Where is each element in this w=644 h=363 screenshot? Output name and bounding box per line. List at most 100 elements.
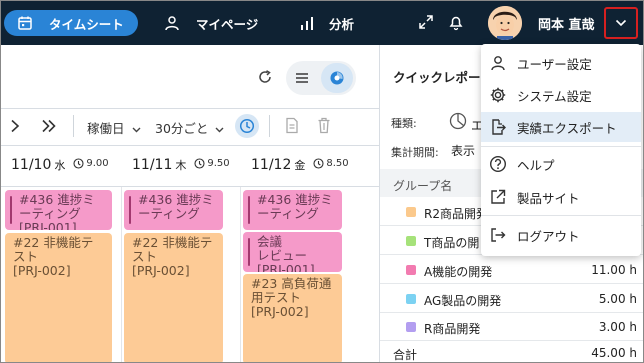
user-name[interactable]: 岡本 直哉 bbox=[538, 14, 595, 33]
day-header-1111: 11/11 木 9.50 bbox=[132, 157, 230, 173]
menu-label: ユーザー設定 bbox=[517, 56, 592, 72]
day-date: 11/10 bbox=[11, 157, 52, 173]
event-title: #23 高負荷通 bbox=[251, 276, 332, 291]
group-color-swatch bbox=[406, 265, 416, 275]
event-project: [PRJ-001] bbox=[257, 262, 315, 273]
group-color-swatch bbox=[406, 236, 416, 246]
chevron-down-icon bbox=[615, 19, 627, 27]
event-title: ーティング bbox=[19, 206, 81, 221]
menu-label: 製品サイト bbox=[517, 190, 580, 206]
day-date: 11/11 bbox=[132, 157, 173, 173]
report-type-icon[interactable] bbox=[449, 112, 467, 130]
trash-icon[interactable] bbox=[317, 117, 331, 134]
total-row: 合計 45.00 h bbox=[380, 341, 643, 362]
day-weekday: 木 bbox=[175, 159, 187, 172]
day-column-separator bbox=[121, 187, 122, 362]
group-color-swatch bbox=[406, 322, 416, 332]
chevron-right-icon[interactable] bbox=[10, 119, 20, 133]
event-title: ーティング bbox=[257, 206, 319, 221]
event-meeting[interactable]: #436 進捗ミ ーティング bbox=[124, 190, 223, 230]
avatar[interactable] bbox=[488, 6, 522, 40]
chevron-down-icon bbox=[132, 127, 140, 133]
interval-select[interactable]: 30分ごと bbox=[155, 118, 224, 137]
event-title: 用テスト bbox=[251, 290, 302, 305]
period-value[interactable]: 表示 bbox=[451, 142, 475, 159]
event-load-test[interactable]: #23 高負荷通 用テスト [PRJ-002] bbox=[243, 274, 342, 362]
list-view-icon[interactable] bbox=[293, 69, 311, 87]
event-title: スト bbox=[132, 249, 158, 264]
day-date: 11/12 bbox=[251, 157, 292, 173]
app-window: タイムシート マイページ 分析 岡本 直哉 稼働日 30分ごと 11/10 水 … bbox=[0, 0, 644, 363]
event-title: #436 進捗ミ bbox=[138, 192, 214, 207]
workday-label: 稼働日 bbox=[87, 121, 125, 136]
toolbar-separator bbox=[73, 115, 74, 137]
toolbar-separator bbox=[269, 115, 270, 137]
event-title: #22 非機能テ bbox=[13, 235, 94, 250]
event-project: [PRJ-001] bbox=[19, 220, 77, 231]
menu-item-help[interactable]: ヘルプ bbox=[481, 149, 641, 179]
nav-mypage-label: マイページ bbox=[196, 16, 259, 32]
day-header-divider bbox=[1, 186, 379, 187]
nav-analysis[interactable]: 分析 bbox=[299, 10, 354, 36]
menu-item-logout[interactable]: ログアウト bbox=[481, 220, 641, 250]
nav-analysis-label: 分析 bbox=[329, 16, 355, 32]
menu-item-export[interactable]: 実績エクスポート bbox=[481, 112, 641, 142]
day-weekday: 金 bbox=[294, 159, 306, 172]
total-hours: 45.00 h bbox=[591, 346, 637, 360]
double-chevron-right-icon[interactable] bbox=[41, 119, 57, 133]
group-name: R2商品開発 bbox=[424, 207, 488, 221]
day-total-time: 8.50 bbox=[313, 158, 349, 169]
toolbar-bottom-divider bbox=[1, 145, 379, 146]
menu-item-system-settings[interactable]: システム設定 bbox=[481, 80, 641, 110]
group-name: AG製品の開発 bbox=[424, 294, 502, 308]
gear-icon bbox=[490, 87, 506, 103]
person-icon bbox=[491, 56, 505, 71]
event-review-meeting[interactable]: 会議 レビュー [PRJ-001] bbox=[243, 232, 342, 272]
event-meeting[interactable]: #436 進捗ミ ーティング [PRJ-001] bbox=[5, 190, 112, 230]
menu-item-user-settings[interactable]: ユーザー設定 bbox=[481, 48, 641, 78]
calendar-view-icon bbox=[330, 71, 344, 85]
avatar-face-icon bbox=[488, 6, 522, 40]
time-mode-button[interactable] bbox=[235, 114, 259, 138]
clock-icon bbox=[194, 158, 205, 169]
user-menu-toggle-button[interactable] bbox=[604, 7, 638, 39]
document-icon[interactable] bbox=[285, 117, 299, 134]
menu-item-product-site[interactable]: 製品サイト bbox=[481, 182, 641, 212]
day-time-value: 9.00 bbox=[86, 158, 109, 169]
calendar-icon bbox=[18, 16, 32, 30]
nav-timesheet[interactable]: タイムシート bbox=[17, 10, 124, 36]
chevron-down-icon bbox=[215, 127, 224, 133]
refresh-icon[interactable] bbox=[257, 69, 273, 85]
day-time-value: 8.50 bbox=[326, 158, 349, 169]
day-weekday: 水 bbox=[54, 159, 66, 172]
event-title: レビュー bbox=[257, 248, 308, 263]
person-icon bbox=[165, 16, 179, 31]
menu-label: ログアウト bbox=[517, 228, 580, 244]
day-header-1110: 11/10 水 9.00 bbox=[11, 157, 109, 173]
event-title: 会議 bbox=[257, 234, 283, 249]
workday-select[interactable]: 稼働日 bbox=[87, 118, 141, 137]
bell-icon[interactable] bbox=[447, 13, 465, 31]
group-color-swatch bbox=[406, 294, 416, 304]
bar-chart-icon bbox=[301, 17, 313, 30]
event-nonfunctional-test[interactable]: #22 非機能テ スト [PRJ-002] bbox=[124, 233, 223, 362]
event-title: #436 進捗ミ bbox=[257, 192, 333, 207]
group-name: R商品開発 bbox=[424, 322, 481, 336]
group-name: A機能の開発 bbox=[424, 265, 493, 279]
event-nonfunctional-test[interactable]: #22 非機能テ スト [PRJ-002] bbox=[5, 233, 112, 362]
clock-icon bbox=[239, 118, 255, 134]
event-meeting[interactable]: #436 進捗ミ ーティング bbox=[243, 190, 342, 230]
expand-icon[interactable] bbox=[417, 13, 435, 31]
day-time-value: 9.50 bbox=[207, 158, 230, 169]
nav-mypage[interactable]: マイページ bbox=[164, 10, 258, 36]
event-project: [PRJ-002] bbox=[132, 263, 190, 278]
interval-label: 30分ごと bbox=[155, 121, 209, 136]
nav-timesheet-label: タイムシート bbox=[49, 16, 124, 32]
menu-separator bbox=[481, 146, 641, 147]
calendar-view-button[interactable] bbox=[321, 63, 353, 93]
group-hours: 3.00 h bbox=[598, 320, 637, 334]
day-total-time: 9.00 bbox=[73, 158, 109, 169]
day-total-time: 9.50 bbox=[194, 158, 230, 169]
day-column-separator bbox=[240, 187, 241, 362]
table-row: A機能の開発 11.00 h bbox=[380, 256, 643, 284]
